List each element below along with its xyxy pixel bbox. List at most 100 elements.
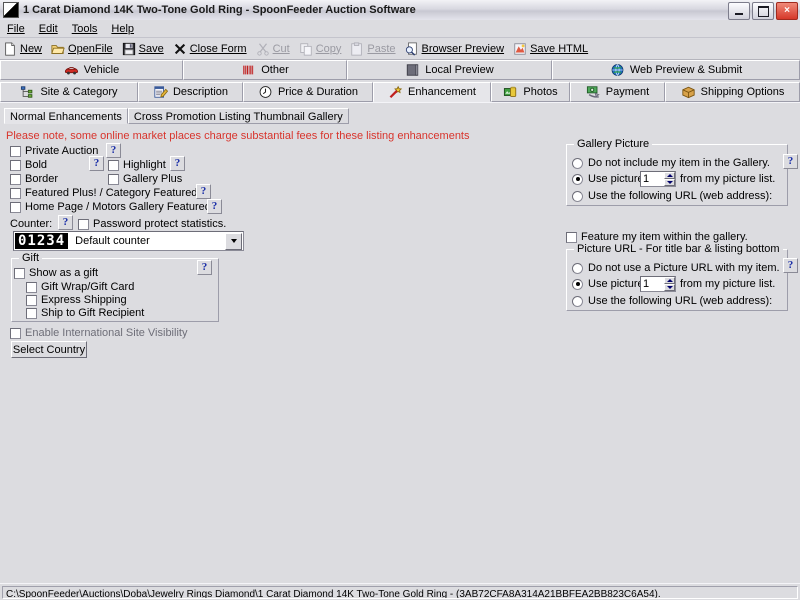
toolbar-button-browser-preview[interactable]: Browser Preview [402, 41, 511, 57]
checkbox-row-highlight[interactable]: Highlight [108, 159, 166, 171]
tab-photos[interactable]: Photos [491, 82, 570, 102]
menu-label-edit: Edit [38, 22, 58, 35]
gallery-picture-number-value[interactable]: 1 [641, 172, 664, 186]
show-as-gift-checkbox[interactable] [14, 267, 25, 279]
tab-local-preview[interactable]: Local Preview [347, 60, 552, 80]
radio-row-picture-url-use-picture[interactable]: Use picture [572, 278, 644, 290]
help-button-gallery-picture[interactable]: ? [783, 154, 798, 169]
spinner-up-icon[interactable] [664, 277, 675, 284]
checkbox-row-international-visibility[interactable]: Enable International Site Visibility [10, 327, 187, 339]
counter-label: Counter: [10, 218, 53, 230]
checkbox-row-show-as-gift[interactable]: Show as a gift [14, 267, 98, 279]
close-button[interactable]: × [776, 2, 798, 20]
menu-item-help[interactable]: Help [104, 22, 141, 36]
title-bar: 1 Carat Diamond 14K Two-Tone Gold Ring -… [0, 0, 800, 21]
tab-price-duration[interactable]: Price & Duration [243, 82, 373, 102]
gallery-plus-checkbox[interactable] [108, 173, 119, 185]
toolbar-button-save-html[interactable]: Save HTML [510, 41, 594, 57]
help-button-picture-url[interactable]: ? [783, 258, 798, 273]
checkbox-row-private-auction[interactable]: Private Auction [10, 145, 98, 157]
toolbar-button-save[interactable]: Save [119, 41, 170, 57]
gallery-no-include-radio[interactable] [572, 157, 583, 169]
spinner-down-icon[interactable] [664, 179, 675, 186]
radio-row-picture-url-use-url[interactable]: Use the following URL (web address): [572, 295, 772, 307]
toolbar-button-close-form[interactable]: Close Form [170, 41, 253, 57]
menu-item-tools[interactable]: Tools [65, 22, 105, 36]
maximize-button[interactable] [752, 2, 774, 20]
show-as-gift-label: Show as a gift [29, 267, 99, 279]
counter-style-combobox[interactable]: 01234 Default counter [13, 231, 244, 251]
checkbox-row-feature-in-gallery[interactable]: Feature my item within the gallery. [566, 231, 748, 243]
tab-enhancement[interactable]: Enhancement [373, 82, 491, 102]
radio-row-gallery-use-picture[interactable]: Use picture [572, 173, 644, 185]
window-title: 1 Carat Diamond 14K Two-Tone Gold Ring -… [23, 4, 416, 16]
spinner-up-icon[interactable] [664, 172, 675, 179]
border-label: Border [25, 173, 59, 185]
toolbar-button-new[interactable]: New [0, 41, 48, 57]
menu-label-tools: Tools [71, 22, 98, 35]
checkbox-row-home-page-featured[interactable]: Home Page / Motors Gallery Featured [10, 201, 211, 213]
help-button-gift[interactable]: ? [197, 260, 212, 275]
private-auction-checkbox[interactable] [10, 145, 21, 157]
feature-in-gallery-checkbox[interactable] [566, 231, 577, 243]
ship-to-gift-recipient-checkbox[interactable] [26, 307, 37, 319]
highlight-checkbox[interactable] [108, 159, 119, 171]
gallery-picture-number-spinner[interactable]: 1 [640, 171, 676, 187]
help-button-highlight[interactable]: ? [170, 156, 185, 171]
close-icon: × [784, 5, 790, 16]
chevron-down-icon[interactable] [225, 232, 242, 250]
car-icon [64, 66, 78, 75]
tab-web-preview-submit[interactable]: Web Preview & Submit [552, 60, 800, 80]
express-shipping-checkbox[interactable] [26, 294, 37, 306]
radio-row-picture-url-none[interactable]: Do not use a Picture URL with my item. [572, 262, 780, 274]
picture-url-use-url-label: Use the following URL (web address): [588, 295, 773, 307]
international-visibility-checkbox[interactable] [10, 327, 21, 339]
home-page-featured-checkbox[interactable] [10, 201, 21, 213]
tab-other[interactable]: Other [183, 60, 347, 80]
tab-description[interactable]: Description [138, 82, 243, 102]
checkbox-row-gift-wrap[interactable]: Gift Wrap/Gift Card [26, 281, 134, 293]
menu-item-edit[interactable]: Edit [32, 22, 65, 36]
checkbox-row-border[interactable]: Border [10, 173, 58, 185]
gift-wrap-checkbox[interactable] [26, 281, 37, 293]
help-button-featured-plus[interactable]: ? [196, 184, 211, 199]
border-checkbox[interactable] [10, 173, 21, 185]
radio-row-gallery-use-url[interactable]: Use the following URL (web address): [572, 190, 772, 202]
featured-plus-checkbox[interactable] [10, 187, 21, 199]
checkbox-row-gallery-plus[interactable]: Gallery Plus [108, 173, 182, 185]
tab-payment[interactable]: Payment [570, 82, 665, 102]
minimize-button[interactable] [728, 2, 750, 20]
tab-shipping-options[interactable]: Shipping Options [665, 82, 800, 102]
clock-icon [259, 86, 272, 98]
gallery-use-picture-radio[interactable] [572, 173, 583, 185]
gallery-picture-group-title: Gallery Picture [574, 138, 653, 150]
picture-url-number-value[interactable]: 1 [641, 277, 664, 291]
tab-site-category[interactable]: Site & Category [0, 82, 138, 102]
picture-url-number-spinner[interactable]: 1 [640, 276, 676, 292]
menu-item-file[interactable]: File [0, 22, 32, 36]
subtab-cross-promotion-gallery[interactable]: Cross Promotion Listing Thumbnail Galler… [127, 108, 349, 124]
picture-url-none-radio[interactable] [572, 262, 583, 274]
radio-row-gallery-no-include[interactable]: Do not include my item in the Gallery. [572, 157, 770, 169]
help-button-counter[interactable]: ? [58, 215, 73, 230]
subtab-normal-enhancements[interactable]: Normal Enhancements [4, 108, 128, 124]
checkbox-row-ship-to-gift-recipient[interactable]: Ship to Gift Recipient [26, 307, 144, 319]
picture-url-use-url-radio[interactable] [572, 295, 583, 307]
password-protect-checkbox[interactable] [78, 218, 89, 230]
help-button-home-page-featured[interactable]: ? [207, 199, 222, 214]
select-country-button[interactable]: Select Country [11, 341, 87, 358]
tab-vehicle[interactable]: Vehicle [0, 60, 183, 80]
spinner-down-icon[interactable] [664, 284, 675, 291]
help-button-private-auction[interactable]: ? [106, 143, 121, 158]
picture-url-use-picture-radio[interactable] [572, 278, 583, 290]
checkbox-row-bold[interactable]: Bold [10, 159, 47, 171]
help-button-bold[interactable]: ? [89, 156, 104, 171]
floppy-disk-icon [122, 42, 135, 55]
checkbox-row-password-protect[interactable]: Password protect statistics. [78, 218, 226, 230]
gallery-use-url-label: Use the following URL (web address): [588, 190, 773, 202]
checkbox-row-express-shipping[interactable]: Express Shipping [26, 294, 127, 306]
bold-checkbox[interactable] [10, 159, 21, 171]
checkbox-row-featured-plus[interactable]: Featured Plus! / Category Featured [10, 187, 197, 199]
toolbar-button-openfile[interactable]: OpenFile [48, 41, 119, 57]
gallery-use-url-radio[interactable] [572, 190, 583, 202]
